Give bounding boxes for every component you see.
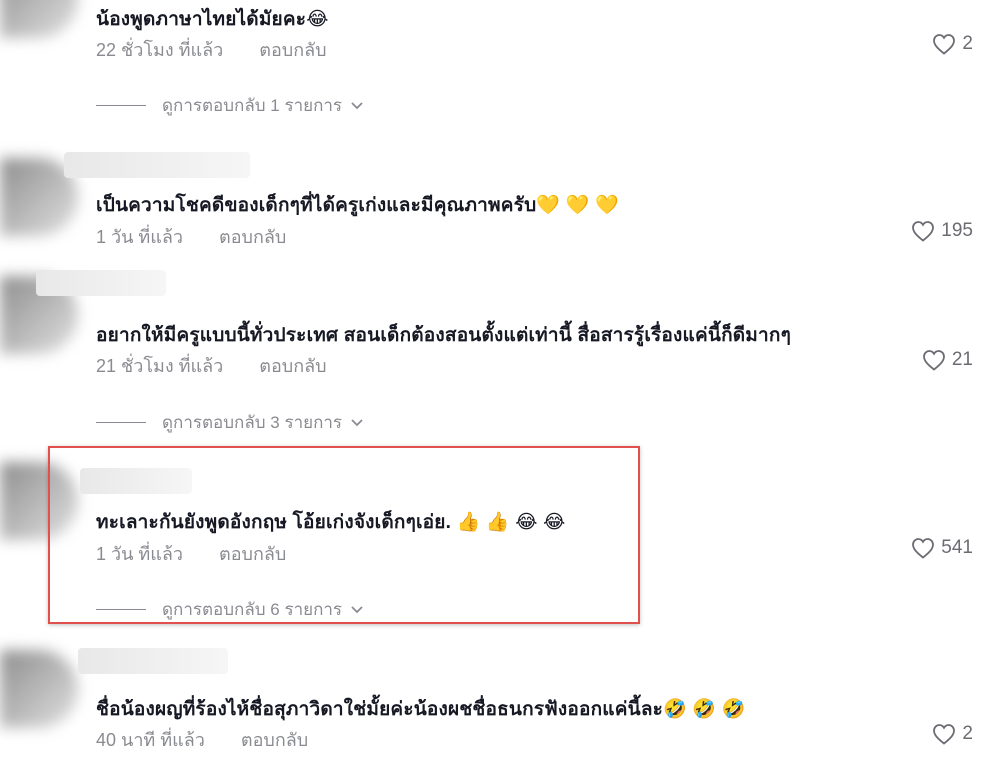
comment-text: อยากให้มีครูแบบนี้ทั่วประเทศ สอนเด็กต้อง… — [96, 325, 792, 346]
view-replies-label: ดูการตอบกลับ 3 รายการ — [162, 413, 343, 432]
reply-button[interactable]: ตอบกลับ — [259, 351, 326, 380]
comment-time: 21 ชั่วโมง ที่แล้ว — [96, 356, 224, 376]
like-button[interactable]: 2 — [932, 33, 973, 55]
like-count: 2 — [962, 33, 973, 54]
comment-meta: 40 นาที ที่แล้ว ตอบกลับ — [96, 725, 308, 754]
avatar[interactable] — [0, 650, 78, 728]
like-button[interactable]: 541 — [911, 537, 973, 559]
username[interactable] — [36, 270, 166, 296]
divider — [96, 422, 146, 423]
heart-outline-icon — [912, 221, 935, 242]
username[interactable] — [78, 648, 228, 674]
comment-text: น้องพูดภาษาไทยได้มัยคะ😂 — [96, 9, 329, 30]
view-replies-label: ดูการตอบกลับ 1 รายการ — [162, 96, 343, 115]
view-replies-button[interactable]: ดูการตอบกลับ 3 รายการ — [96, 409, 364, 436]
view-replies-button[interactable]: ดูการตอบกลับ 1 รายการ — [96, 92, 364, 119]
reply-button[interactable]: ตอบกลับ — [259, 35, 326, 64]
like-count: 2 — [962, 723, 973, 744]
reply-button[interactable]: ตอบกลับ — [219, 222, 286, 251]
heart-outline-icon — [933, 34, 956, 55]
comment-time: 1 วัน ที่แล้ว — [96, 227, 184, 247]
comment-text: ชื่อน้องผญที่ร้องไห้ชื่อสุภาวิดาใช่มั้ยค… — [96, 699, 746, 720]
comment-time: 40 นาที ที่แล้ว — [96, 730, 205, 750]
avatar[interactable] — [0, 0, 78, 38]
chevron-down-icon — [351, 418, 363, 426]
like-count: 195 — [941, 220, 973, 241]
comment-text: เป็นความโชคดีของเด็กๆที่ได้ครูเก่งและมีค… — [96, 195, 619, 216]
divider — [96, 105, 146, 106]
comment-meta: 22 ชั่วโมง ที่แล้ว ตอบกลับ — [96, 35, 327, 64]
heart-outline-icon — [922, 350, 945, 371]
highlight-annotation-box — [48, 446, 640, 624]
comment-meta: 21 ชั่วโมง ที่แล้ว ตอบกลับ — [96, 351, 327, 380]
comment-time: 22 ชั่วโมง ที่แล้ว — [96, 40, 224, 60]
heart-outline-icon — [912, 538, 935, 559]
like-count: 541 — [941, 537, 973, 558]
like-button[interactable]: 2 — [932, 723, 973, 745]
comment-meta: 1 วัน ที่แล้ว ตอบกลับ — [96, 222, 286, 251]
like-button[interactable]: 21 — [922, 349, 973, 371]
username[interactable] — [64, 152, 250, 178]
like-count: 21 — [951, 349, 973, 370]
like-button[interactable]: 195 — [911, 220, 973, 242]
heart-outline-icon — [933, 724, 956, 745]
reply-button[interactable]: ตอบกลับ — [241, 725, 308, 754]
chevron-down-icon — [351, 101, 363, 109]
